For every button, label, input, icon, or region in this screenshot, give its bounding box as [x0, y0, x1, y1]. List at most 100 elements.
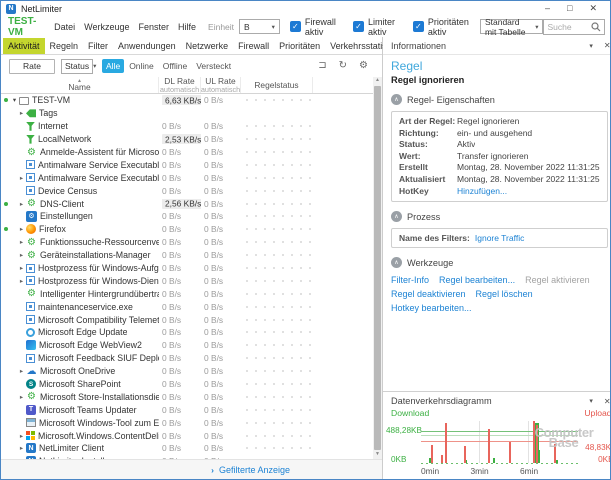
chip-versteckt[interactable]: Versteckt	[192, 59, 235, 73]
tree-expander-icon[interactable]: ▸	[17, 367, 26, 375]
undock-icon[interactable]: ⊐	[318, 61, 326, 71]
table-row[interactable]: Internet0 B/s0 B/s	[1, 120, 373, 133]
chart-chevron-down-icon[interactable]: ▾	[589, 397, 593, 405]
layout-select[interactable]: Standard mit Tabelle ▾	[480, 19, 544, 34]
tree-expander-icon[interactable]: ▸	[17, 432, 26, 440]
menu-fenster[interactable]: Fenster	[139, 22, 170, 32]
collapse-icon[interactable]: ∧	[391, 211, 402, 222]
tree-expander-icon[interactable]: ▸	[17, 109, 26, 117]
collapse-icon[interactable]: ∧	[391, 257, 402, 268]
table-row[interactable]: Microsoft Edge Update0 B/s0 B/s	[1, 326, 373, 339]
tree-expander-icon[interactable]: ▸	[17, 251, 26, 259]
search-input[interactable]	[547, 22, 591, 32]
tree-expander-icon[interactable]: ▸	[17, 174, 26, 182]
minimize-button[interactable]: –	[545, 4, 550, 13]
filter-name-link[interactable]: Ignore Traffic	[475, 233, 524, 243]
table-scrollbar[interactable]: ▲ ▼	[373, 77, 382, 459]
tree-expander-icon[interactable]: ▸	[17, 393, 26, 401]
table-row[interactable]: ▸Tags	[1, 107, 373, 120]
table-row[interactable]: Microsoft Compatibility Telemetry0 B/s0 …	[1, 313, 373, 326]
column-header-dl-rate[interactable]: DL Rate automatisch	[159, 77, 201, 93]
toggle-prioritäten-aktiv[interactable]: ✓Prioritäten aktiv	[413, 17, 474, 37]
table-row[interactable]: Microsoft Edge WebView20 B/s0 B/s	[1, 339, 373, 352]
tab-filter[interactable]: Filter	[83, 38, 113, 54]
table-row[interactable]: ▸Hostprozess für Windows-Aufgaben0 B/s0 …	[1, 262, 373, 275]
toggle-limiter-aktiv[interactable]: ✓Limiter aktiv	[353, 17, 403, 37]
rule-status-dot	[273, 409, 275, 411]
tool-link-filter-info[interactable]: Filter-Info	[391, 275, 429, 285]
tool-link-regel-löschen[interactable]: Regel löschen	[476, 289, 533, 299]
tool-link-regel-bearbeiten[interactable]: Regel bearbeiten...	[439, 275, 515, 285]
property-value-link[interactable]: Hinzufügen...	[457, 186, 507, 198]
filtered-view-link[interactable]: Gefilterte Anzeige	[219, 465, 290, 475]
tree-expander-icon[interactable]: ▸	[17, 277, 26, 285]
tree-expander-icon[interactable]: ▸	[17, 444, 26, 452]
scrollbar-thumb[interactable]	[374, 86, 381, 450]
table-row[interactable]: Antimalware Service Executable0 B/s0 B/s	[1, 158, 373, 171]
maximize-button[interactable]: □	[567, 4, 572, 13]
host-menu[interactable]: TEST-VM	[8, 16, 43, 38]
chip-online[interactable]: Online	[125, 59, 158, 73]
table-row[interactable]: ▸Firefox0 B/s0 B/s	[1, 223, 373, 236]
unit-select[interactable]: B ▾	[239, 19, 280, 34]
tool-link-regel-deaktivieren[interactable]: Regel deaktivieren	[391, 289, 466, 299]
table-row[interactable]: ▸NetLimiter Client0 B/s0 B/s	[1, 442, 373, 455]
tree-expander-icon[interactable]: ▸	[17, 225, 26, 233]
panel-close-icon[interactable]: ✕	[604, 41, 611, 50]
close-button[interactable]: ✕	[589, 4, 597, 13]
chip-alle[interactable]: Alle	[102, 59, 124, 73]
table-row[interactable]: ▸DNS-Client2,56 KB/s0 B/s	[1, 197, 373, 210]
tree-expander-icon[interactable]: ▸	[17, 238, 26, 246]
rule-status-dot	[300, 435, 302, 437]
table-row[interactable]: ▸Microsoft.Windows.ContentDeliveryManage…	[1, 429, 373, 442]
table-row[interactable]: LocalNetwork2,53 KB/s0 B/s	[1, 133, 373, 146]
section-tools[interactable]: ∧ Werkzeuge	[391, 257, 608, 268]
column-header-ul-rate[interactable]: UL Rate automatisch	[201, 77, 241, 93]
tab-anwendungen[interactable]: Anwendungen	[113, 38, 181, 54]
menu-hilfe[interactable]: Hilfe	[178, 22, 196, 32]
chart-close-icon[interactable]: ✕	[604, 397, 611, 406]
table-row[interactable]: ▸Microsoft Store-Installationsdienst0 B/…	[1, 390, 373, 403]
tree-expander-icon[interactable]: ▾	[10, 96, 19, 104]
collapse-icon[interactable]: ∧	[391, 94, 402, 105]
tab-regeln[interactable]: Regeln	[45, 38, 84, 54]
table-row[interactable]: maintenanceservice.exe0 B/s0 B/s	[1, 300, 373, 313]
column-header-regelstatus[interactable]: Regelstatus	[241, 77, 313, 93]
tab-netzwerke[interactable]: Netzwerke	[181, 38, 234, 54]
table-row[interactable]: Microsoft Teams Updater0 B/s0 B/s	[1, 403, 373, 416]
gear-icon[interactable]: ⚙	[359, 61, 368, 71]
refresh-icon[interactable]: ↻	[339, 61, 347, 71]
menu-datei[interactable]: Datei	[54, 22, 75, 32]
table-row[interactable]: ▸Hostprozess für Windows-Dienste0 B/s0 B…	[1, 274, 373, 287]
tab-prioritäten[interactable]: Prioritäten	[274, 38, 325, 54]
table-row[interactable]: ▸Funktionssuche-Ressourcenveröffentlichu…	[1, 236, 373, 249]
table-row[interactable]: ▸Geräteinstallations-Manager0 B/s0 B/s	[1, 249, 373, 262]
menu-werkzeuge[interactable]: Werkzeuge	[84, 22, 129, 32]
chip-offline[interactable]: Offline	[159, 59, 191, 73]
section-process[interactable]: ∧ Prozess	[391, 211, 608, 222]
tool-link-hotkey-bearbeiten[interactable]: Hotkey bearbeiten...	[391, 303, 472, 313]
layout-value: Standard mit Tabelle	[485, 17, 531, 37]
table-row[interactable]: Microsoft SharePoint0 B/s0 B/s	[1, 378, 373, 391]
scroll-up-icon[interactable]: ▲	[375, 77, 380, 85]
table-row[interactable]: Intelligenter Hintergrundübertragungsdie…	[1, 287, 373, 300]
tree-expander-icon[interactable]: ▸	[17, 200, 26, 208]
column-header-name[interactable]: ▲ Name	[1, 77, 159, 93]
table-row[interactable]: Microsoft Feedback SIUF Deployment Manag…	[1, 352, 373, 365]
scroll-down-icon[interactable]: ▼	[375, 451, 380, 459]
tree-expander-icon[interactable]: ▸	[17, 264, 26, 272]
section-rule-properties[interactable]: ∧ Regel- Eigenschaften	[391, 94, 608, 105]
panel-chevron-down-icon[interactable]: ▾	[589, 42, 593, 50]
table-row[interactable]: ▸Microsoft OneDrive0 B/s0 B/s	[1, 365, 373, 378]
rate-button[interactable]: Rate	[9, 59, 55, 74]
tab-firewall[interactable]: Firewall	[233, 38, 274, 54]
table-row[interactable]: ▸Antimalware Service Executable0 B/s0 B/…	[1, 171, 373, 184]
table-row[interactable]: ▾TEST-VM6,63 KB/s0 B/s	[1, 94, 373, 107]
table-row[interactable]: Einstellungen0 B/s0 B/s	[1, 210, 373, 223]
table-row[interactable]: Device Census0 B/s0 B/s	[1, 184, 373, 197]
toggle-firewall-aktiv[interactable]: ✓Firewall aktiv	[290, 17, 343, 37]
table-row[interactable]: Microsoft Windows-Tool zum Entfernen bös…	[1, 416, 373, 429]
tab-aktivität[interactable]: Aktivität	[3, 38, 45, 54]
status-dropdown[interactable]: Status ▾	[61, 59, 93, 74]
table-row[interactable]: Anmelde-Assistent für Microsoft-Konten0 …	[1, 146, 373, 159]
